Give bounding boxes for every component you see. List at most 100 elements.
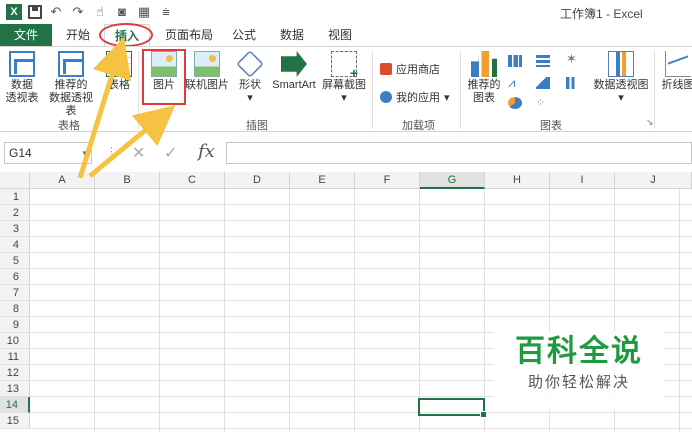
group-label-addins: 加载项	[402, 120, 435, 132]
row-header-9[interactable]: 9	[0, 317, 30, 333]
recommended-pivot-button[interactable]: 推荐的 数据透视表	[44, 51, 98, 118]
group-label-tables: 表格	[58, 120, 80, 132]
pivot-chart-button[interactable]: 数据透视图 ▾	[592, 51, 650, 105]
active-cell[interactable]	[418, 398, 487, 418]
column-header-e[interactable]: E	[290, 172, 355, 189]
table-icon	[106, 51, 132, 77]
column-header-b[interactable]: B	[95, 172, 160, 189]
row-header-7[interactable]: 7	[0, 285, 30, 301]
column-header-d[interactable]: D	[225, 172, 290, 189]
row-header-4[interactable]: 4	[0, 237, 30, 253]
row-header-1[interactable]: 1	[0, 189, 30, 205]
ribbon-separator	[460, 51, 461, 129]
formula-input[interactable]	[226, 142, 692, 164]
customize-icon[interactable]: ⩧	[158, 4, 174, 20]
recommended-pivot-icon	[58, 51, 84, 77]
watermark-subtitle: 助你轻松解决	[527, 374, 630, 391]
screenshot-icon	[331, 51, 358, 80]
form-icon[interactable]: ▦	[136, 4, 152, 20]
tab-page-layout[interactable]: 页面布局	[160, 24, 218, 46]
recommended-charts-icon	[471, 51, 497, 77]
bar-chart-icon[interactable]	[536, 55, 550, 67]
line-sparkline-button[interactable]: 折线图	[658, 51, 692, 92]
ribbon-separator	[372, 51, 373, 129]
redo-icon[interactable]: ↷	[70, 4, 86, 20]
camera-icon[interactable]: ◙	[114, 4, 130, 20]
my-apps-button[interactable]: 我的应用 ▾	[380, 89, 450, 105]
row-header-3[interactable]: 3	[0, 221, 30, 237]
enter-icon[interactable]: ✓	[164, 143, 177, 163]
watermark: 百科全说 助你轻松解决	[494, 332, 664, 410]
smartart-button[interactable]: SmartArt	[268, 51, 320, 92]
chevron-down-icon: ▾	[341, 92, 347, 104]
screenshot-button[interactable]: 屏幕截图 ▾	[320, 51, 368, 105]
tab-view[interactable]: 视图	[322, 24, 358, 46]
column-header-j[interactable]: J	[615, 172, 692, 189]
row-header-8[interactable]: 8	[0, 301, 30, 317]
row-header-13[interactable]: 13	[0, 381, 30, 397]
watermark-title: 百科全说	[515, 334, 643, 369]
name-box[interactable]: G14 ▾	[4, 142, 92, 164]
online-picture-button[interactable]: 联机图片	[184, 51, 230, 92]
column-header-c[interactable]: C	[160, 172, 225, 189]
pie-chart-icon[interactable]	[508, 97, 522, 109]
quick-access-toolbar: X ↶ ↷ ☝ ◙ ▦ ⩧	[6, 4, 174, 20]
my-apps-icon	[380, 91, 392, 103]
store-icon	[380, 63, 392, 75]
save-icon[interactable]	[28, 5, 42, 19]
column-header-h[interactable]: H	[485, 172, 550, 189]
column-chart-icon[interactable]	[508, 55, 522, 67]
excel-logo-icon: X	[6, 4, 22, 20]
chevron-down-icon[interactable]: ▾	[82, 143, 87, 163]
chevron-down-icon: ▾	[444, 91, 450, 104]
ribbon: 数据 透视表 推荐的 数据透视表 表格 表格 图片 联机图片 形状 ▾ Smar…	[0, 46, 692, 132]
table-button[interactable]: 表格	[104, 51, 134, 92]
pivot-table-icon	[9, 51, 35, 77]
shapes-button[interactable]: 形状 ▾	[234, 50, 266, 105]
area-chart-icon[interactable]	[536, 77, 550, 89]
radar-chart-icon[interactable]: ✶	[566, 52, 580, 65]
recommended-charts-button[interactable]: 推荐的 图表	[466, 51, 502, 105]
tab-formulas[interactable]: 公式	[226, 24, 262, 46]
touch-mode-icon[interactable]: ☝	[92, 4, 108, 20]
online-picture-icon	[194, 51, 220, 77]
tab-file[interactable]: 文件	[0, 24, 52, 46]
shapes-icon	[236, 50, 264, 78]
title-bar: X ↶ ↷ ☝ ◙ ▦ ⩧ 工作簿1 - Excel	[0, 0, 692, 24]
row-header-11[interactable]: 11	[0, 349, 30, 365]
cancel-icon[interactable]: ✕	[132, 143, 145, 163]
scatter-chart-icon[interactable]: ⁘	[536, 97, 550, 109]
smartart-icon	[281, 51, 307, 77]
chevron-down-icon: ▾	[618, 92, 624, 104]
line-chart-icon[interactable]: ⩘	[508, 76, 522, 89]
row-header-15[interactable]: 15	[0, 413, 30, 429]
row-header-6[interactable]: 6	[0, 269, 30, 285]
tab-home[interactable]: 开始	[58, 24, 98, 46]
formula-bar: G14 ▾ ⋮ ✕ ✓ fx	[0, 138, 692, 168]
row-header-5[interactable]: 5	[0, 253, 30, 269]
window-title: 工作簿1 - Excel	[560, 7, 643, 21]
tab-data[interactable]: 数据	[274, 24, 310, 46]
pivot-table-button[interactable]: 数据 透视表	[4, 51, 40, 105]
column-header-g[interactable]: G	[420, 172, 485, 189]
stock-chart-icon[interactable]	[566, 77, 580, 89]
store-button[interactable]: 应用商店	[380, 61, 440, 77]
insert-function-button[interactable]: fx	[198, 141, 215, 162]
select-all-corner[interactable]	[0, 172, 30, 189]
ribbon-separator	[654, 51, 655, 129]
column-header-f[interactable]: F	[355, 172, 420, 189]
formula-bar-grip-icon[interactable]: ⋮	[106, 145, 117, 158]
column-header-a[interactable]: A	[30, 172, 95, 189]
picture-button-highlight	[142, 49, 186, 105]
row-header-10[interactable]: 10	[0, 333, 30, 349]
dialog-launcher-icon[interactable]: ↘	[646, 117, 654, 128]
row-header-2[interactable]: 2	[0, 205, 30, 221]
column-header-i[interactable]: I	[550, 172, 615, 189]
line-sparkline-icon	[665, 51, 691, 77]
undo-icon[interactable]: ↶	[48, 4, 64, 20]
row-header-12[interactable]: 12	[0, 365, 30, 381]
pivot-chart-icon	[608, 51, 634, 77]
group-label-charts: 图表	[540, 120, 562, 132]
row-header-14[interactable]: 14	[0, 397, 30, 413]
insert-tab-highlight	[99, 23, 153, 47]
